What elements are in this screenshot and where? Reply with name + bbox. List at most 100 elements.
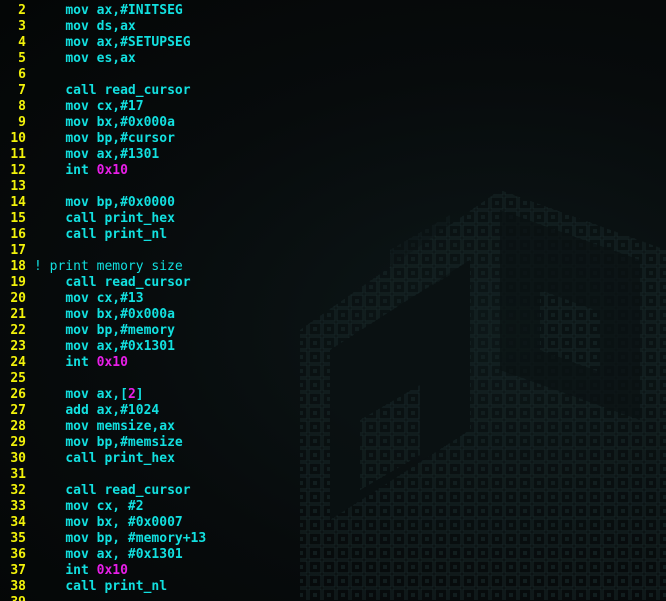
code-line: 33 mov cx, #2: [0, 499, 666, 515]
line-number: 13: [10, 179, 26, 194]
code-line: 10 mov bp,#cursor: [0, 131, 666, 147]
code-line: 27 add ax,#1024: [0, 403, 666, 419]
code-line: 12 int 0x10: [0, 163, 666, 179]
code-line: 19 call read_cursor: [0, 275, 666, 291]
operand: [34, 163, 65, 178]
line-number: 27: [10, 403, 26, 418]
code-line: 11 mov ax,#1301: [0, 147, 666, 163]
code-line: 7 call read_cursor: [0, 83, 666, 99]
line-number: 36: [10, 547, 26, 562]
line-number: 34: [10, 515, 26, 530]
operand: [34, 323, 65, 338]
line-number: 30: [10, 451, 26, 466]
operand: [34, 99, 65, 114]
operand: [34, 35, 65, 50]
instruction: call: [65, 83, 97, 98]
line-number: 12: [10, 163, 26, 178]
instruction: mov: [65, 291, 89, 306]
operand: ax,#INITSEG: [88, 3, 183, 18]
number-literal: 0x10: [96, 563, 128, 578]
line-number: 35: [10, 531, 26, 546]
operand: bx,#0x000a: [88, 115, 175, 130]
operand: print_nl: [96, 227, 168, 242]
operand: es,ax: [88, 51, 136, 66]
instruction: mov: [65, 115, 89, 130]
operand: ax,#SETUPSEG: [88, 35, 191, 50]
operand: [34, 403, 65, 418]
operand: cx,#13: [88, 291, 144, 306]
operand: read_cursor: [96, 483, 191, 498]
operand: read_cursor: [96, 83, 191, 98]
line-number: 39: [0, 595, 26, 601]
line-number: 28: [10, 419, 26, 434]
line-number: 22: [10, 323, 26, 338]
code-line: 8 mov cx,#17: [0, 99, 666, 115]
operand: [34, 83, 65, 98]
number-literal: 2: [127, 387, 136, 402]
line-number: 38: [10, 579, 26, 594]
line-number: 18: [10, 259, 26, 274]
instruction: mov: [65, 147, 89, 162]
operand: ax,[: [88, 387, 128, 402]
operand: bx,#0x000a: [88, 307, 175, 322]
instruction: int: [65, 355, 89, 370]
operand: [34, 291, 65, 306]
operand: read_cursor: [96, 275, 191, 290]
line-number: 8: [18, 99, 26, 114]
line-number: 26: [10, 387, 26, 402]
operand: [34, 579, 65, 594]
operand: [89, 163, 97, 178]
operand: bp,#memory: [88, 323, 175, 338]
instruction: mov: [65, 3, 89, 18]
operand: [34, 387, 65, 402]
operand: print_hex: [96, 451, 175, 466]
line-number: 5: [18, 51, 26, 66]
operand: [34, 195, 65, 210]
terminal-editor[interactable]: 2 mov ax,#INITSEG 3 mov ds,ax 4 mov ax,#SE…: [0, 0, 666, 601]
instruction: mov: [65, 547, 89, 562]
code-line: 26 mov ax,[2]: [0, 387, 666, 403]
line-number: 25: [10, 371, 26, 386]
instruction: mov: [65, 435, 89, 450]
instruction: mov: [65, 515, 89, 530]
instruction: mov: [65, 339, 89, 354]
code-line: 20 mov cx,#13: [0, 291, 666, 307]
code-line: 14 mov bp,#0x0000: [0, 195, 666, 211]
operand: [34, 451, 65, 466]
code-line: 31: [0, 467, 666, 483]
code-line: 39: [0, 595, 666, 601]
code-line: 28 mov memsize,ax: [0, 419, 666, 435]
operand: [34, 227, 65, 242]
operand: [34, 307, 65, 322]
operand: [34, 499, 65, 514]
operand: [34, 355, 65, 370]
code-line: 9 mov bx,#0x000a: [0, 115, 666, 131]
operand: [34, 515, 65, 530]
operand: bx, #0x0007: [88, 515, 183, 530]
line-number: 31: [10, 467, 26, 482]
code-view[interactable]: 2 mov ax,#INITSEG 3 mov ds,ax 4 mov ax,#SE…: [0, 3, 666, 601]
instruction: int: [65, 563, 89, 578]
line-number: 29: [10, 435, 26, 450]
code-line: 21 mov bx,#0x000a: [0, 307, 666, 323]
operand: ax,#1024: [88, 403, 160, 418]
operand: bp,#cursor: [88, 131, 175, 146]
operand: cx,#17: [88, 99, 144, 114]
instruction: call: [65, 579, 97, 594]
code-line: 16 call print_nl: [0, 227, 666, 243]
line-number: 32: [10, 483, 26, 498]
code-line: 37 int 0x10: [0, 563, 666, 579]
code-line: 30 call print_hex: [0, 451, 666, 467]
operand: [34, 435, 65, 450]
operand: [34, 563, 65, 578]
operand: [34, 131, 65, 146]
line-number: 23: [10, 339, 26, 354]
code-line: 18 ! print memory size: [0, 259, 666, 275]
code-line: 3 mov ds,ax: [0, 19, 666, 35]
line-number: 16: [10, 227, 26, 242]
code-line: 5 mov es,ax: [0, 51, 666, 67]
operand: [34, 531, 65, 546]
instruction: call: [65, 275, 97, 290]
instruction: mov: [65, 195, 89, 210]
line-number: 15: [10, 211, 26, 226]
